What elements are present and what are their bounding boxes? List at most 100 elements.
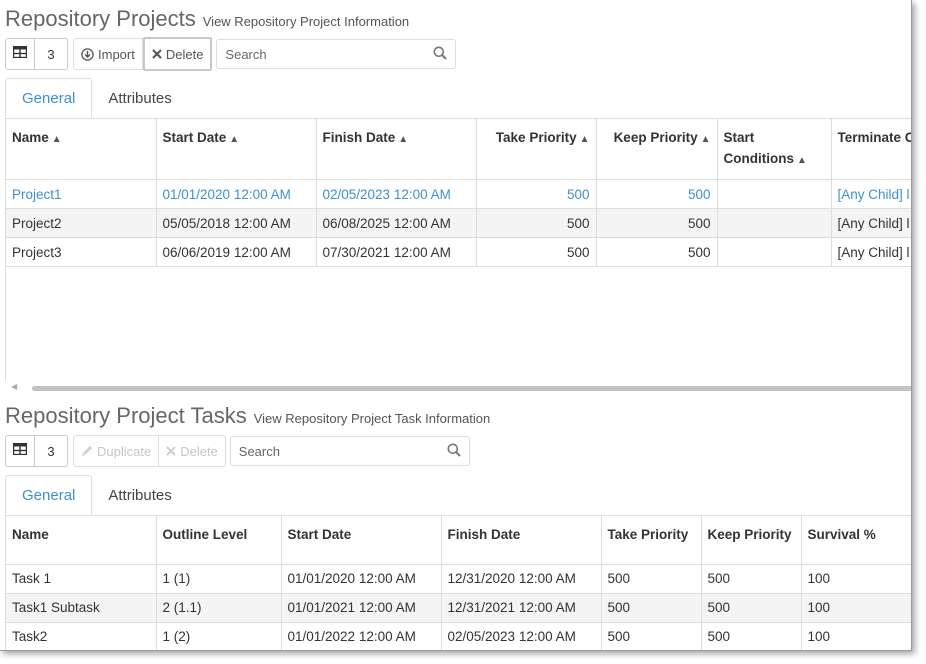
- projects-subtitle: View Repository Project Information: [202, 14, 410, 29]
- close-icon: [166, 446, 176, 456]
- projects-grid: Name ▲ Start Date ▲ Finish Date ▲ Take Prio…: [5, 118, 911, 381]
- table-row[interactable]: Project2 05/05/2018 12:00 AM 06/08/2025 …: [6, 208, 911, 238]
- col-header-start-date[interactable]: Start Date ▲: [156, 119, 317, 180]
- col-header-name[interactable]: Name: [6, 516, 157, 565]
- cell-start-conditions: [717, 237, 832, 267]
- col-header-terminate-conditions[interactable]: Terminate Conditions: [831, 119, 911, 180]
- cell-take-priority: 500: [601, 593, 702, 623]
- table-row[interactable]: Task 1 1 (1) 01/01/2020 12:00 AM 12/31/2…: [6, 564, 911, 594]
- projects-horizontal-scrollbar[interactable]: ◀: [5, 382, 911, 392]
- cell-outline-level: 1 (2): [156, 622, 282, 650]
- cell-survival: 100: [801, 622, 911, 650]
- col-header-keep-priority[interactable]: Keep Priority ▲: [596, 119, 718, 180]
- cell-start-date: 01/01/2022 12:00 AM: [281, 622, 442, 650]
- projects-header: Repository Projects View Repository Proj…: [5, 6, 409, 32]
- pencil-icon: [81, 445, 93, 457]
- search-placeholder: Search: [225, 46, 267, 62]
- cell-terminate-conditions: [Any Child] l: [831, 208, 911, 238]
- cell-finish-date: 06/08/2025 12:00 AM: [316, 208, 477, 238]
- cell-start-conditions: [717, 208, 832, 238]
- cell-take-priority: 500: [601, 564, 702, 594]
- col-header-start-conditions[interactable]: Start Conditions ▲: [717, 119, 832, 180]
- scroll-left-icon[interactable]: ◀: [11, 382, 17, 391]
- tasks-search-input[interactable]: Search: [229, 436, 470, 466]
- cell-outline-level: 2 (1.1): [156, 593, 282, 623]
- col-header-name[interactable]: Name ▲: [6, 119, 157, 180]
- table-row[interactable]: Task2 1 (2) 01/01/2022 12:00 AM 02/05/20…: [6, 622, 911, 650]
- import-button[interactable]: Import: [73, 38, 143, 70]
- col-header-keep-priority[interactable]: Keep Priority: [701, 516, 802, 565]
- cell-name: Task2: [6, 622, 157, 650]
- col-header-start-date[interactable]: Start Date: [281, 516, 442, 565]
- cell-keep-priority: 500: [596, 237, 718, 267]
- cell-terminate-conditions: [Any Child] l: [831, 237, 911, 267]
- cell-keep-priority: 500: [596, 179, 718, 209]
- col-header-take-priority[interactable]: Take Priority ▲: [476, 119, 597, 180]
- search-placeholder: Search: [238, 443, 280, 459]
- cell-keep-priority: 500: [596, 208, 718, 238]
- tab-attributes[interactable]: Attributes: [92, 475, 187, 515]
- cell-start-date: 06/06/2019 12:00 AM: [156, 237, 317, 267]
- sort-asc-icon: ▲: [797, 155, 807, 166]
- tasks-tabs: General Attributes: [5, 475, 188, 515]
- cell-start-date: 01/01/2020 12:00 AM: [156, 179, 317, 209]
- cell-terminate-conditions: [Any Child] l: [831, 179, 911, 209]
- record-count: 3: [35, 435, 68, 467]
- table-icon: [12, 45, 28, 63]
- table-row[interactable]: Project1 01/01/2020 12:00 AM 02/05/2023 …: [6, 179, 911, 209]
- sort-asc-icon: ▲: [229, 134, 240, 145]
- scrollbar-thumb[interactable]: [32, 386, 911, 391]
- tab-general[interactable]: General: [5, 475, 93, 515]
- tasks-grid: Name Outline Level Start Date Finish Dat…: [5, 515, 911, 650]
- cell-take-priority: 500: [601, 622, 702, 650]
- cell-name: Task 1: [6, 564, 157, 594]
- cell-keep-priority: 500: [701, 622, 802, 650]
- download-circle-icon: [81, 47, 94, 61]
- cell-keep-priority: 500: [701, 564, 802, 594]
- sort-asc-icon: ▲: [700, 134, 711, 145]
- cell-finish-date: 02/05/2023 12:00 AM: [441, 622, 602, 650]
- col-header-take-priority[interactable]: Take Priority: [601, 516, 702, 565]
- delete-button[interactable]: Delete: [142, 37, 213, 71]
- cell-name[interactable]: Project3: [6, 237, 157, 267]
- tasks-header: Repository Project Tasks View Repository…: [5, 403, 490, 429]
- grid-view-button[interactable]: [5, 435, 35, 467]
- cell-survival: 100: [801, 564, 911, 594]
- cell-start-date: 05/05/2018 12:00 AM: [156, 208, 317, 238]
- grid-view-button[interactable]: [5, 38, 35, 70]
- delete-label: Delete: [180, 443, 218, 459]
- search-icon: [447, 443, 461, 460]
- cell-finish-date: 02/05/2023 12:00 AM: [316, 179, 477, 209]
- projects-search-input[interactable]: Search: [216, 39, 457, 69]
- cell-finish-date: 07/30/2021 12:00 AM: [316, 237, 477, 267]
- col-header-finish-date[interactable]: Finish Date: [441, 516, 602, 565]
- table-icon: [12, 442, 28, 460]
- cell-name: Task1 Subtask: [6, 593, 157, 623]
- close-icon: [152, 49, 162, 59]
- cell-take-priority: 500: [476, 179, 597, 209]
- sort-asc-icon: ▲: [579, 134, 590, 145]
- tasks-subtitle: View Repository Project Task Information: [253, 411, 491, 426]
- projects-title: Repository Projects: [5, 6, 196, 31]
- delete-button[interactable]: Delete: [159, 435, 226, 467]
- projects-tabs: General Attributes: [5, 78, 188, 118]
- duplicate-label: Duplicate: [97, 443, 152, 459]
- col-header-outline-level[interactable]: Outline Level: [156, 516, 282, 565]
- col-header-finish-date[interactable]: Finish Date ▲: [316, 119, 477, 180]
- cell-take-priority: 500: [476, 237, 597, 267]
- table-row[interactable]: Task1 Subtask 2 (1.1) 01/01/2021 12:00 A…: [6, 593, 911, 623]
- table-row[interactable]: Project3 06/06/2019 12:00 AM 07/30/2021 …: [6, 237, 911, 267]
- tab-general[interactable]: General: [5, 78, 93, 118]
- cell-outline-level: 1 (1): [156, 564, 282, 594]
- tasks-title: Repository Project Tasks: [5, 403, 247, 428]
- cell-name[interactable]: Project2: [6, 208, 157, 238]
- tab-attributes[interactable]: Attributes: [92, 78, 187, 118]
- search-icon: [433, 46, 448, 63]
- cell-name[interactable]: Project1: [6, 179, 157, 209]
- delete-label: Delete: [165, 46, 204, 62]
- projects-toolbar: 3 Import Delete Search: [5, 37, 457, 71]
- app-window: Repository Projects View Repository Proj…: [0, 0, 912, 651]
- col-header-survival[interactable]: Survival %: [801, 516, 911, 565]
- duplicate-button[interactable]: Duplicate: [73, 435, 160, 467]
- import-label: Import: [98, 46, 135, 62]
